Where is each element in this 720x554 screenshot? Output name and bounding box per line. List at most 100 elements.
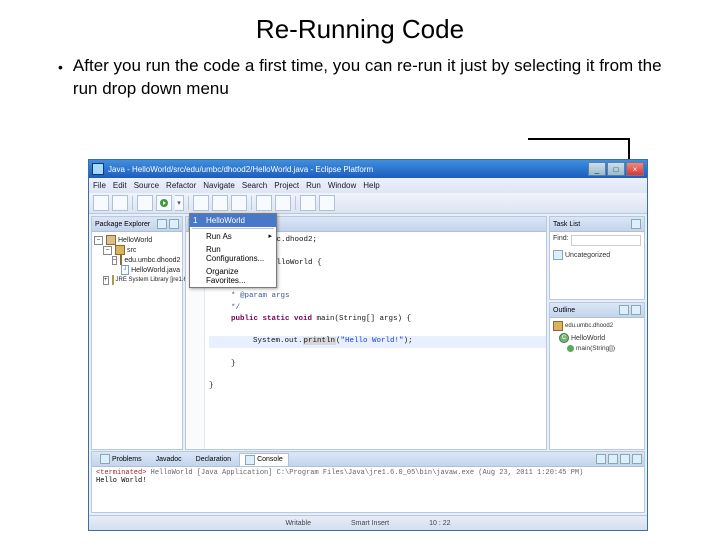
code-kw: public static void (231, 315, 312, 323)
run-button[interactable] (156, 195, 172, 211)
toggle-icon[interactable]: + (103, 276, 109, 285)
tree-label: edu.umbc.dhood2 (124, 257, 180, 264)
tasklist-tab[interactable]: Task List (550, 217, 644, 232)
titlebar[interactable]: Java - HelloWorld/src/edu/umbc/dhood2/He… (89, 160, 647, 178)
tree-javafile[interactable]: JHelloWorld.java (94, 265, 180, 275)
toolbar-button[interactable] (256, 195, 272, 211)
bottom-pane: Problems Javadoc Declaration Console <te… (91, 451, 645, 513)
package-explorer-tab[interactable]: Package Explorer (92, 217, 182, 232)
code-comment: * @param args (231, 292, 290, 300)
terminate-icon[interactable] (632, 454, 642, 464)
tab-label: Declaration (196, 456, 231, 463)
menu-source[interactable]: Source (134, 181, 159, 190)
method-icon (567, 345, 574, 352)
run-dropdown-button[interactable]: ▾ (175, 195, 184, 211)
code-text: ); (404, 337, 413, 345)
tab-javadoc[interactable]: Javadoc (150, 454, 188, 465)
new-button[interactable] (93, 195, 109, 211)
arrow-annotation (528, 138, 628, 140)
outline-label: HelloWorld (571, 335, 605, 342)
pin-icon[interactable] (608, 454, 618, 464)
code-comment: */ (231, 304, 240, 312)
back-button[interactable] (300, 195, 316, 211)
menu-run[interactable]: Run (306, 181, 321, 190)
maximize-button[interactable]: □ (607, 162, 625, 176)
sort-icon[interactable] (619, 305, 629, 315)
code-text: main(String[] args) { (317, 315, 412, 323)
tasklist-pane: Task List Find: Uncategorized (549, 216, 645, 300)
minimize-button[interactable]: _ (588, 162, 606, 176)
class-icon: C (559, 333, 569, 343)
debug-button[interactable] (137, 195, 153, 211)
toggle-icon[interactable]: – (94, 236, 103, 245)
package-explorer-pane: Package Explorer –HelloWorld –src –edu.u… (91, 216, 183, 450)
console-icon (245, 455, 255, 465)
eclipse-window: Java - HelloWorld/src/edu/umbc/dhood2/He… (88, 159, 648, 531)
java-file-icon: J (121, 265, 129, 275)
eclipse-icon (92, 163, 104, 175)
tab-declaration[interactable]: Declaration (190, 454, 237, 465)
dropdown-item-helloworld[interactable]: 1 HelloWorld (190, 214, 276, 227)
tree-jre[interactable]: +JRE System Library [jre1.6.0_05] (94, 275, 180, 285)
menu-search[interactable]: Search (242, 181, 267, 190)
code-text: } (209, 382, 214, 390)
menu-icon[interactable] (631, 305, 641, 315)
menu-navigate[interactable]: Navigate (203, 181, 235, 190)
toolbar-button[interactable] (212, 195, 228, 211)
menu-file[interactable]: File (93, 181, 106, 190)
dropdown-item-configs[interactable]: Run Configurations... (190, 243, 276, 265)
menu-icon[interactable] (169, 219, 179, 229)
save-button[interactable] (112, 195, 128, 211)
outline-package[interactable]: edu.umbc.dhood2 (553, 321, 641, 331)
tab-label: Package Explorer (95, 221, 150, 228)
toggle-icon[interactable]: – (112, 256, 117, 265)
menu-edit[interactable]: Edit (113, 181, 127, 190)
project-icon (106, 235, 116, 245)
clear-icon[interactable] (596, 454, 606, 464)
code-text: } (231, 360, 236, 368)
statusbar: Writable Smart Insert 10 : 22 (89, 515, 647, 530)
task-category[interactable]: Uncategorized (553, 250, 641, 260)
menu-refactor[interactable]: Refactor (166, 181, 196, 190)
toolbar-button[interactable] (231, 195, 247, 211)
console-body[interactable]: <terminated> HelloWorld [Java Applicatio… (92, 467, 644, 512)
slide-bullet: • After you run the code a first time, y… (40, 55, 680, 101)
outline-class[interactable]: CHelloWorld (553, 333, 641, 343)
menubar: File Edit Source Refactor Navigate Searc… (89, 178, 647, 193)
toggle-icon[interactable]: – (103, 246, 112, 255)
menu-project[interactable]: Project (274, 181, 299, 190)
dropdown-item-favorites[interactable]: Organize Favorites... (190, 265, 276, 287)
tree-package[interactable]: –edu.umbc.dhood2 (94, 255, 180, 265)
console-terminated: <terminated> (96, 469, 146, 477)
menu-window[interactable]: Window (328, 181, 356, 190)
bullet-dot: • (58, 55, 63, 80)
tab-label: Outline (553, 307, 575, 314)
tree-label: HelloWorld (118, 237, 152, 244)
display-icon[interactable] (620, 454, 630, 464)
menu-help[interactable]: Help (363, 181, 379, 190)
outline-tab[interactable]: Outline (550, 303, 644, 318)
toolbar-button[interactable] (275, 195, 291, 211)
tab-label: Task List (553, 221, 580, 228)
close-button[interactable]: × (626, 162, 644, 176)
dropdown-separator (192, 228, 274, 229)
tab-problems[interactable]: Problems (94, 452, 148, 466)
console-output: Hello World! (96, 477, 640, 485)
toolbar-button[interactable] (193, 195, 209, 211)
tab-console[interactable]: Console (239, 453, 289, 466)
menu-icon[interactable] (631, 219, 641, 229)
find-label: Find: (553, 235, 569, 246)
package-icon (553, 321, 563, 331)
find-input[interactable] (571, 235, 641, 246)
code-text: System.out. (253, 337, 303, 345)
tree-src[interactable]: –src (94, 245, 180, 255)
category-label: Uncategorized (565, 252, 610, 259)
dropdown-item-runas[interactable]: Run As (190, 230, 276, 243)
outline-method[interactable]: main(String[]) (553, 345, 641, 352)
status-position: 10 : 22 (429, 520, 450, 527)
forward-button[interactable] (319, 195, 335, 211)
window-title: Java - HelloWorld/src/edu/umbc/dhood2/He… (108, 165, 373, 174)
link-icon[interactable] (157, 219, 167, 229)
tree-label: HelloWorld.java (131, 267, 180, 274)
tree-project[interactable]: – HelloWorld (94, 235, 180, 245)
